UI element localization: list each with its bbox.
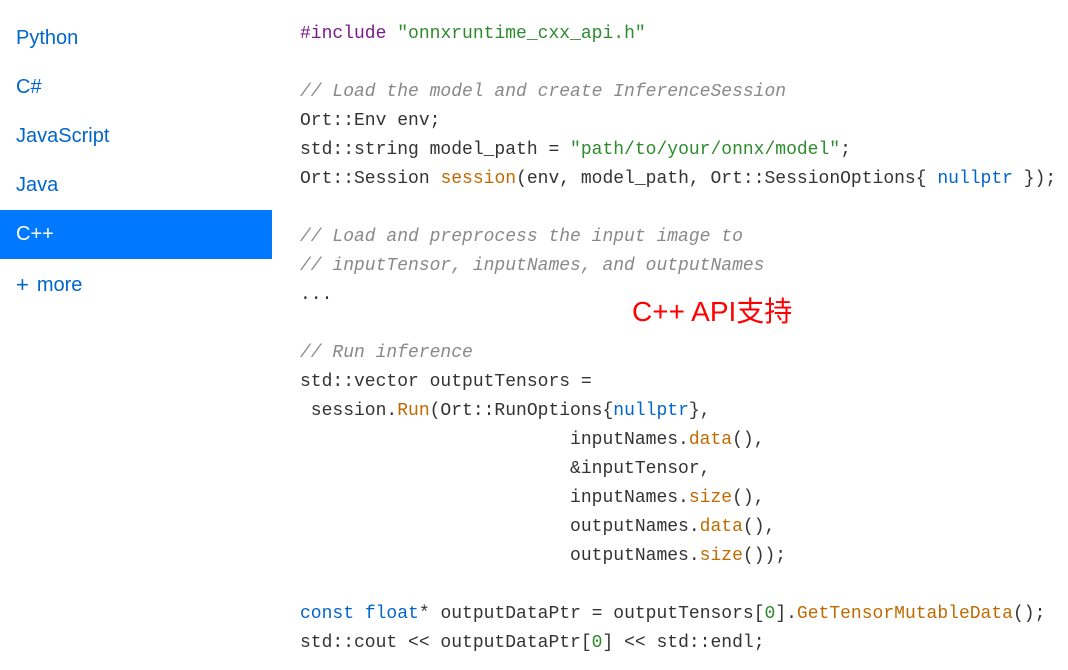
code-text: outputNames. (300, 517, 700, 537)
code-text: ()); (743, 546, 786, 566)
code-comment: // inputTensor, inputNames, and outputNa… (300, 256, 764, 276)
code-text: (); (1013, 604, 1045, 624)
language-sidebar: Python C# JavaScript Java C++ + more (0, 0, 272, 670)
code-text: }); (1013, 169, 1056, 189)
code-text: Ort::Session (300, 169, 440, 189)
function-call: GetTensorMutableData (797, 604, 1013, 624)
keyword: const (300, 604, 354, 624)
function-call: session (440, 169, 516, 189)
sidebar-item-csharp[interactable]: C# (0, 63, 272, 112)
code-comment: // Load the model and create InferenceSe… (300, 82, 786, 102)
function-call: Run (397, 401, 429, 421)
code-text: (), (732, 488, 764, 508)
function-call: size (689, 488, 732, 508)
preproc-directive: #include (300, 24, 386, 44)
code-text: ]. (775, 604, 797, 624)
keyword: nullptr (613, 401, 689, 421)
code-text: inputNames. (300, 488, 689, 508)
code-text: (), (732, 430, 764, 450)
code-comment: // Run inference (300, 343, 473, 363)
code-text: inputNames. (300, 430, 689, 450)
string-literal: "path/to/your/onnx/model" (570, 140, 840, 160)
code-comment: // Load and preprocess the input image t… (300, 227, 743, 247)
number-literal: 0 (765, 604, 776, 624)
function-call: data (700, 517, 743, 537)
plus-icon: + (16, 272, 29, 298)
code-text: session. (300, 401, 397, 421)
code-text: ; (840, 140, 851, 160)
code-text: outputNames. (300, 546, 700, 566)
keyword: nullptr (937, 169, 1013, 189)
keyword: float (365, 604, 419, 624)
code-text: (), (743, 517, 775, 537)
annotation-label: C++ API支持 (632, 297, 792, 326)
sidebar-item-javascript[interactable]: JavaScript (0, 112, 272, 161)
code-text: }, (689, 401, 711, 421)
sidebar-item-cpp[interactable]: C++ (0, 210, 272, 259)
code-line: &inputTensor, (300, 459, 710, 479)
code-text: (Ort::RunOptions{ (430, 401, 614, 421)
sidebar-more[interactable]: + more (0, 259, 272, 311)
code-text: std::cout << outputDataPtr[ (300, 633, 592, 653)
sidebar-item-java[interactable]: Java (0, 161, 272, 210)
number-literal: 0 (592, 633, 603, 653)
sidebar-item-python[interactable]: Python (0, 14, 272, 63)
code-line: Ort::Env env; (300, 111, 440, 131)
code-ellipsis: ... (300, 285, 332, 305)
function-call: size (700, 546, 743, 566)
code-text: std::string model_path = (300, 140, 570, 160)
code-block: #include "onnxruntime_cxx_api.h" // Load… (272, 0, 1068, 670)
function-call: data (689, 430, 732, 450)
include-path: "onnxruntime_cxx_api.h" (397, 24, 645, 44)
sidebar-more-label: more (37, 274, 83, 297)
code-text: (env, model_path, Ort::SessionOptions{ (516, 169, 937, 189)
code-text: ] << std::endl; (602, 633, 764, 653)
code-text: * outputDataPtr = outputTensors[ (419, 604, 765, 624)
code-line: std::vector outputTensors = (300, 372, 592, 392)
